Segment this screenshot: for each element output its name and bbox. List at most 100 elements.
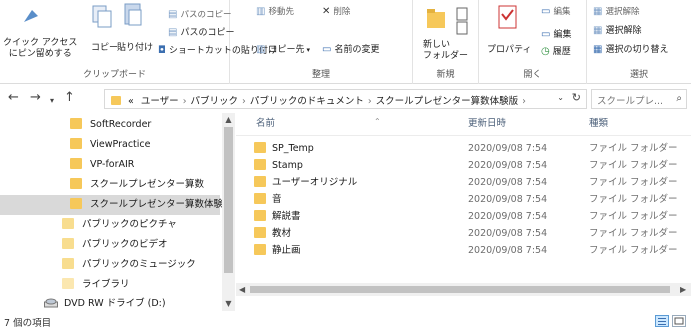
library-icon bbox=[62, 278, 74, 289]
folder-icon bbox=[254, 244, 266, 255]
paste-shortcut-icon: ◘ bbox=[158, 45, 166, 56]
invert-selection-button[interactable]: ▦ 選択の切り替え bbox=[593, 42, 668, 55]
select-none-button[interactable]: ▦ 選択解除 bbox=[593, 23, 641, 36]
sort-ascending-icon: ⌃ bbox=[374, 117, 381, 126]
copy-path-icon: ▤ bbox=[168, 27, 178, 38]
up-button[interactable]: ↑ bbox=[64, 91, 75, 105]
large-icons-view-icon bbox=[674, 317, 684, 325]
new-folder-icon bbox=[425, 4, 447, 33]
copy-to-icon: ▥ bbox=[256, 44, 266, 55]
folder-icon bbox=[254, 159, 266, 170]
content-horizontal-scrollbar[interactable]: ◀ ▶ bbox=[236, 283, 691, 296]
pin-icon bbox=[18, 4, 44, 29]
forward-button[interactable]: → bbox=[30, 91, 41, 105]
history-button[interactable]: ◷ 履歴 bbox=[541, 44, 571, 57]
recent-locations-button[interactable]: ▾ bbox=[50, 94, 54, 108]
select-group-label: 選択 bbox=[629, 70, 648, 80]
table-row[interactable]: SP_Temp 2020/09/08 7:54 ファイル フォルダー bbox=[236, 141, 691, 156]
table-row[interactable]: ユーザーオリジナル 2020/09/08 7:54 ファイル フォルダー bbox=[236, 175, 691, 190]
column-header-name[interactable]: 名前 ⌃ bbox=[256, 113, 466, 135]
copy-to-button[interactable]: ▥ コピー先 ▾ bbox=[256, 42, 310, 55]
nav-item-libraries[interactable]: ライブラリ bbox=[0, 275, 220, 295]
copy-button[interactable]: コピー bbox=[91, 40, 118, 53]
folder-icon bbox=[70, 178, 82, 189]
properties-icon bbox=[497, 4, 519, 35]
table-row[interactable]: 解説書 2020/09/08 7:54 ファイル フォルダー bbox=[236, 209, 691, 224]
search-icon: ⌕ bbox=[676, 93, 682, 104]
table-row[interactable]: Stamp 2020/09/08 7:54 ファイル フォルダー bbox=[236, 158, 691, 173]
scroll-right-arrow[interactable]: ▶ bbox=[680, 283, 686, 296]
details-view-button[interactable] bbox=[655, 315, 669, 327]
chevron-down-icon: ▾ bbox=[306, 46, 310, 54]
copy-path-button[interactable]: ▤ パスのコピー bbox=[168, 25, 234, 38]
nav-item-school-presenter[interactable]: スクールプレゼンター算数 bbox=[0, 175, 220, 195]
scroll-up-arrow[interactable]: ▲ bbox=[222, 115, 235, 124]
address-dropdown-button[interactable]: ⌄ bbox=[557, 93, 564, 102]
organize-group: ▥ 移動先 ✕ 削除 ▥ コピー先 ▾ ▭ 名前の変更 整理 bbox=[230, 0, 413, 84]
folder-icon bbox=[254, 176, 266, 187]
pin-quick-access-button[interactable]: クイック アクセス にピン留めする bbox=[3, 38, 77, 60]
folder-icon bbox=[70, 138, 82, 149]
table-row[interactable]: 静止画 2020/09/08 7:54 ファイル フォルダー bbox=[236, 243, 691, 258]
folder-icon bbox=[254, 142, 266, 153]
copy-icon bbox=[90, 4, 114, 35]
address-row: ← → ▾ ↑ « ユーザー › パブリック › パブリックのドキュメント › スクールプレ… bbox=[0, 85, 691, 113]
organize-group-label: 整理 bbox=[311, 70, 330, 80]
column-header-type[interactable]: 種類 bbox=[589, 113, 689, 135]
back-button[interactable]: ← bbox=[8, 91, 19, 105]
nav-item-vp-forair[interactable]: VP-forAIR bbox=[0, 155, 220, 175]
nav-item-school-presenter-trial[interactable]: スクールプレゼンター算数体験版 bbox=[0, 195, 233, 215]
nav-vertical-scrollbar[interactable]: ▲ ▼ bbox=[222, 113, 235, 311]
invert-selection-icon: ▦ bbox=[593, 44, 603, 55]
folder-icon bbox=[70, 198, 82, 209]
address-overflow[interactable]: « bbox=[128, 96, 134, 107]
column-header-date[interactable]: 更新日時 bbox=[468, 113, 578, 135]
clipboard-group-label: クリップボード bbox=[82, 70, 146, 80]
item-count: 7 個の項目 bbox=[4, 318, 52, 329]
nav-item-viewpractice[interactable]: ViewPractice bbox=[0, 135, 220, 155]
large-icons-view-button[interactable] bbox=[672, 315, 686, 327]
address-segment[interactable]: パブリック bbox=[191, 96, 239, 107]
move-to-icon: ▥ bbox=[256, 6, 266, 17]
folder-icon bbox=[62, 258, 74, 269]
address-segment[interactable]: ユーザー bbox=[141, 96, 179, 107]
content-scroll-thumb[interactable] bbox=[250, 286, 670, 293]
select-none-icon: ▦ bbox=[593, 25, 603, 36]
delete-button[interactable]: ✕ 削除 bbox=[322, 5, 350, 17]
nav-item-softrecorder[interactable]: SoftRecorder bbox=[0, 115, 220, 135]
path-copy-icon: ▤ bbox=[168, 9, 178, 20]
new-folder-button[interactable]: 新しい フォルダー bbox=[423, 40, 468, 62]
rename-icon: ▭ bbox=[322, 44, 332, 55]
address-segment[interactable]: パブリックのドキュメント bbox=[250, 96, 364, 107]
dvd-drive-icon bbox=[44, 298, 58, 307]
table-row[interactable]: 教材 2020/09/08 7:54 ファイル フォルダー bbox=[236, 226, 691, 241]
open-group: プロパティ ▭ 編集 ▭ 編集 ◷ 履歴 開く bbox=[479, 0, 587, 84]
properties-button[interactable]: プロパティ bbox=[487, 42, 531, 55]
select-group: ▦ 選択解除 ▦ 選択解除 ▦ 選択の切り替え 選択 bbox=[587, 0, 691, 84]
address-segment[interactable]: スクールプレゼンター算数体験版 bbox=[376, 96, 519, 107]
history-icon: ◷ bbox=[541, 46, 550, 57]
refresh-button[interactable]: ↻ bbox=[572, 91, 581, 104]
header-divider bbox=[236, 135, 691, 136]
move-to-button[interactable]: ▥ 移動先 bbox=[256, 5, 294, 17]
cut-button[interactable]: ▤ パスのコピー bbox=[168, 8, 231, 20]
folder-icon bbox=[62, 238, 74, 249]
table-row[interactable]: 音 2020/09/08 7:54 ファイル フォルダー bbox=[236, 192, 691, 207]
open-button[interactable]: ▭ 編集 bbox=[541, 5, 570, 17]
nav-item-public-pictures[interactable]: パブリックのピクチャ bbox=[0, 215, 220, 235]
new-group-label: 新規 bbox=[436, 70, 455, 80]
status-bar: 7 個の項目 bbox=[0, 311, 691, 331]
nav-item-public-videos[interactable]: パブリックのビデオ bbox=[0, 235, 220, 255]
nav-scroll-thumb[interactable] bbox=[224, 127, 233, 273]
scroll-left-arrow[interactable]: ◀ bbox=[239, 283, 245, 296]
search-input[interactable]: スクールプレ... ⌕ bbox=[591, 89, 687, 109]
folder-icon bbox=[254, 193, 266, 204]
select-all-button[interactable]: ▦ 選択解除 bbox=[593, 5, 639, 17]
paste-button[interactable]: 貼り付け bbox=[117, 40, 153, 53]
edit-icon: ▭ bbox=[541, 29, 551, 40]
nav-item-public-music[interactable]: パブリックのミュージック bbox=[0, 255, 220, 275]
scroll-down-arrow[interactable]: ▼ bbox=[222, 299, 235, 308]
address-bar[interactable]: « ユーザー › パブリック › パブリックのドキュメント › スクールプレゼンター算数体験… bbox=[104, 89, 587, 109]
edit-button[interactable]: ▭ 編集 bbox=[541, 27, 571, 40]
rename-button[interactable]: ▭ 名前の変更 bbox=[322, 42, 379, 55]
